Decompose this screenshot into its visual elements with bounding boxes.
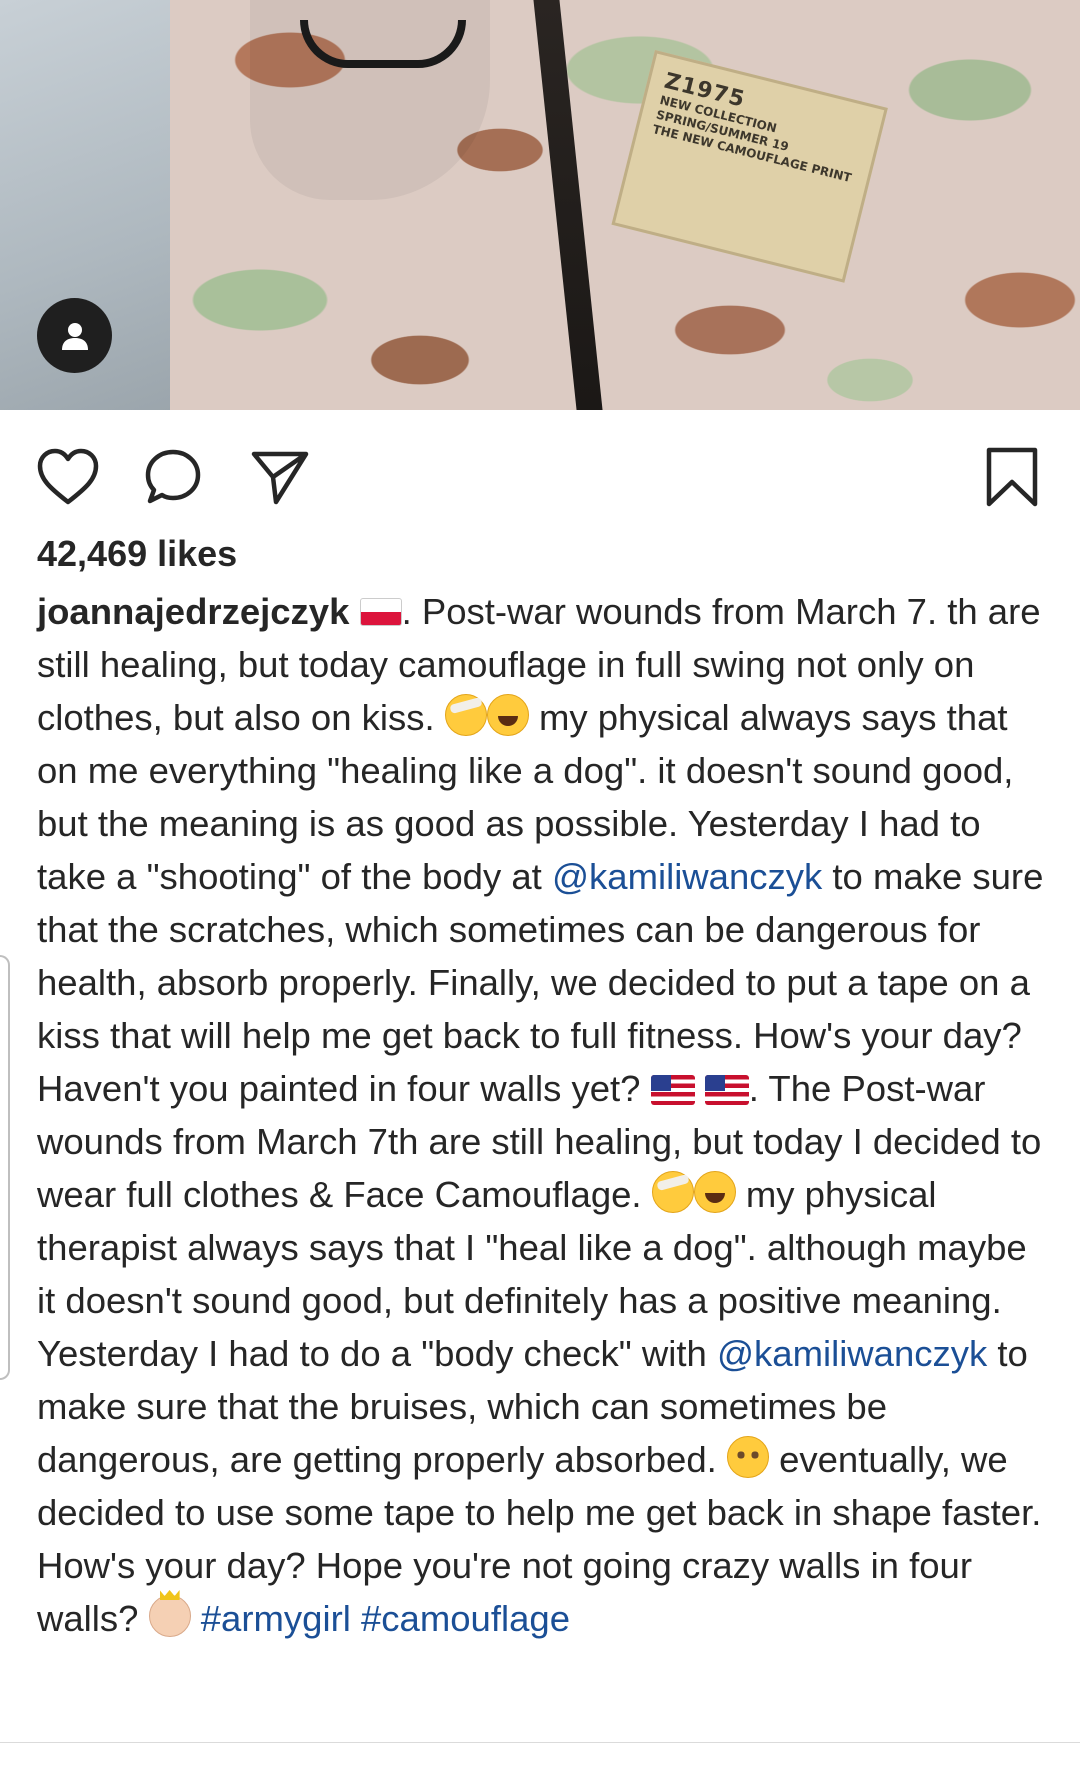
mention-link[interactable]: @kamiliwanczyk	[552, 856, 822, 897]
grinning-face-emoji-icon	[486, 694, 529, 736]
edge-panel-handle[interactable]	[0, 955, 10, 1380]
post-photo[interactable]: Z1975 NEW COLLECTION SPRING/SUMMER 19 TH…	[0, 0, 1080, 410]
post-actions-bar	[0, 410, 1080, 530]
user-icon	[61, 322, 88, 350]
post-caption: joannajedrzejczyk . Post-war wounds from…	[37, 585, 1047, 1645]
bookmark-icon	[986, 447, 1038, 507]
grinning-face-emoji-icon	[693, 1171, 736, 1213]
hashtag-link[interactable]: #camouflage	[361, 1598, 570, 1639]
like-button[interactable]	[33, 442, 103, 512]
usa-flag-icon	[704, 1075, 749, 1105]
share-button[interactable]	[245, 442, 315, 512]
heart-icon	[37, 448, 99, 505]
tagged-users-button[interactable]	[37, 298, 112, 373]
send-icon	[251, 451, 309, 505]
likes-count[interactable]: 42,469 likes	[37, 533, 237, 575]
bottom-navigation-bar	[0, 1742, 1080, 1777]
usa-flag-icon	[650, 1075, 695, 1105]
bandaged-face-emoji-icon	[444, 694, 487, 736]
mention-link[interactable]: @kamiliwanczyk	[717, 1333, 987, 1374]
hashtag-link[interactable]: #armygirl	[201, 1598, 351, 1639]
comment-icon	[145, 449, 201, 504]
bandaged-face-emoji-icon	[651, 1171, 694, 1213]
princess-emoji-icon	[148, 1595, 191, 1637]
comment-button[interactable]	[138, 442, 208, 512]
save-button[interactable]	[977, 442, 1047, 512]
pleading-face-emoji-icon	[726, 1436, 769, 1478]
photo-wristband	[300, 20, 466, 68]
poland-flag-icon	[359, 598, 402, 626]
username-link[interactable]: joannajedrzejczyk	[37, 591, 349, 632]
